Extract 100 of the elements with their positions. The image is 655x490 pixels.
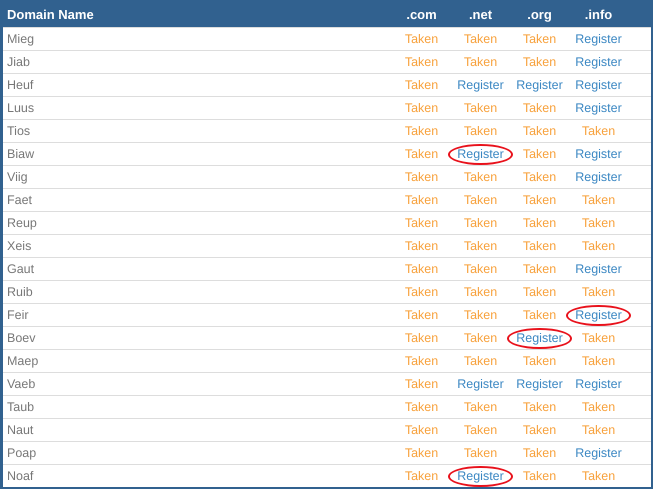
domain-name: Reup (7, 216, 37, 230)
register-link[interactable]: Register (575, 144, 622, 164)
register-link[interactable]: Register (575, 260, 622, 278)
domain-name: Poap (7, 446, 36, 460)
domain-name: Viig (7, 170, 28, 184)
domain-name: Ruib (7, 284, 33, 299)
register-link[interactable]: Register (575, 168, 622, 186)
status-text: Taken (522, 306, 556, 324)
status-text: Taken (404, 352, 438, 370)
status-text: Taken (464, 238, 498, 255)
register-link[interactable]: Register (575, 98, 622, 118)
status-text: Taken (464, 422, 498, 439)
status-text: Taken (522, 54, 556, 71)
status-text: Taken (464, 330, 498, 347)
status-text: Taken (404, 284, 438, 301)
register-link[interactable]: Register (575, 76, 622, 94)
status-text: Taken (522, 284, 556, 301)
status-text: Taken (522, 352, 556, 370)
register-link[interactable]: Register (507, 328, 572, 348)
status-text: Taken (582, 330, 616, 347)
status-text: Taken (464, 122, 498, 140)
register-link[interactable]: Register (575, 30, 622, 48)
status-text: Taken (404, 30, 438, 48)
status-text: Taken (404, 238, 438, 255)
status-text: Taken (464, 214, 498, 232)
status-text: Taken (404, 376, 438, 393)
status-text: Taken (522, 168, 556, 186)
status-text: Taken (404, 306, 438, 324)
status-text: Taken (582, 122, 616, 140)
status-text: Taken (404, 444, 438, 462)
register-link[interactable]: Register (566, 304, 631, 326)
status-text: Taken (464, 352, 498, 370)
status-text: Taken (464, 30, 498, 48)
register-link[interactable]: Register (516, 76, 563, 94)
status-text: Taken (522, 238, 556, 255)
domain-name: Naut (7, 422, 34, 437)
column-header: .com (406, 6, 437, 24)
status-text: Taken (464, 192, 498, 209)
domain-name: Boev (7, 330, 36, 345)
register-link[interactable]: Register (448, 144, 513, 164)
status-text: Taken (522, 192, 556, 209)
status-text: Taken (404, 146, 438, 163)
status-text: Taken (404, 76, 438, 94)
status-text: Taken (582, 192, 616, 209)
status-text: Taken (464, 306, 498, 324)
status-text: Taken (404, 330, 438, 347)
domain-name: Xeis (7, 238, 32, 253)
register-link[interactable]: Register (575, 444, 622, 462)
status-text: Taken (404, 168, 438, 186)
domain-name: Heuf (7, 78, 34, 92)
status-text: Taken (464, 444, 498, 462)
column-header: .org (527, 6, 552, 24)
domain-name: Maep (7, 354, 38, 368)
domain-name: Biaw (7, 146, 34, 161)
domain-name: Feir (7, 308, 29, 322)
status-text: Taken (404, 422, 438, 439)
status-text: Taken (582, 398, 616, 416)
status-text: Taken (522, 260, 556, 278)
status-text: Taken (404, 100, 438, 117)
status-text: Taken (582, 284, 616, 301)
column-header: .net (468, 6, 492, 24)
status-text: Taken (404, 54, 438, 71)
status-text: Taken (582, 422, 616, 439)
status-text: Taken (582, 214, 616, 232)
status-text: Taken (464, 168, 498, 186)
register-link[interactable]: Register (457, 374, 504, 394)
status-text: Taken (464, 398, 498, 416)
status-text: Taken (404, 214, 438, 232)
domain-name: Taub (7, 400, 34, 414)
register-link[interactable]: Register (516, 374, 563, 394)
domain-name: Mieg (7, 32, 34, 46)
status-text: Taken (522, 444, 556, 462)
status-text: Taken (522, 30, 556, 48)
status-text: Taken (404, 260, 438, 278)
status-text: Taken (522, 100, 556, 117)
column-header: .info (584, 6, 612, 24)
status-text: Taken (582, 468, 616, 485)
status-text: Taken (522, 398, 556, 416)
status-text: Taken (464, 54, 498, 71)
status-text: Taken (464, 260, 498, 278)
domain-name: Luus (7, 100, 34, 115)
status-text: Taken (522, 468, 556, 485)
register-link[interactable]: Register (575, 374, 622, 394)
status-text: Taken (522, 214, 556, 232)
status-text: Taken (582, 238, 616, 255)
domain-name: Tios (7, 124, 30, 138)
register-link[interactable]: Register (575, 52, 622, 72)
status-text: Taken (404, 468, 438, 485)
status-text: Taken (464, 284, 498, 301)
status-text: Taken (582, 352, 616, 370)
column-header: Domain Name (7, 6, 94, 22)
status-text: Taken (522, 146, 556, 163)
status-text: Taken (522, 122, 556, 140)
register-link[interactable]: Register (457, 76, 504, 94)
register-link[interactable]: Register (448, 466, 513, 486)
status-text: Taken (404, 192, 438, 209)
status-text: Taken (464, 100, 498, 117)
domain-name: Noaf (7, 468, 34, 483)
domain-name: Gaut (7, 262, 34, 276)
status-text: Taken (404, 122, 438, 140)
